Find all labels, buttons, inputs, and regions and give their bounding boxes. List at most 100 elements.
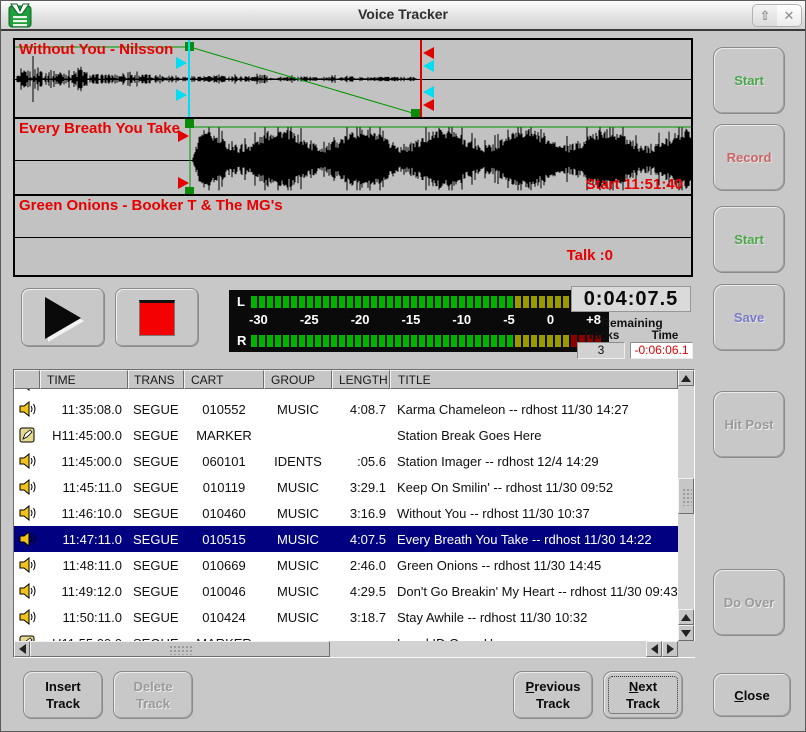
stop-icon	[139, 300, 175, 336]
vertical-scroll-thumb[interactable]	[678, 478, 694, 514]
close-button[interactable]: Close	[713, 673, 791, 717]
button-label: Delete	[133, 678, 172, 695]
close-icon[interactable]: ✕	[777, 5, 801, 26]
marker-icon	[14, 427, 40, 443]
speaker-icon	[14, 479, 40, 495]
scroll-up-button[interactable]	[678, 609, 694, 625]
scale-tick: -15	[402, 312, 421, 329]
grip-icon	[169, 645, 193, 655]
scroll-down-button[interactable]	[678, 625, 694, 641]
playlist-row[interactable]: 11:50:11.0 SEGUE 010424 MUSIC 3:18.7 Sta…	[14, 604, 678, 630]
playlist-row[interactable]: 11:45:11.0 SEGUE 010119 MUSIC 3:29.1 Kee…	[14, 474, 678, 500]
scale-tick: -25	[300, 312, 319, 329]
scroll-right-button[interactable]	[662, 641, 678, 657]
playlist-header: TIME TRANS CART GROUP LENGTH TITLE	[14, 370, 678, 389]
button-label: Track	[626, 695, 660, 712]
speaker-icon	[14, 557, 40, 573]
wave-panel-2[interactable]: Every Breath You Take Start 11:51:40	[15, 117, 691, 194]
horizontal-scrollbar[interactable]	[14, 641, 696, 657]
button-label: Record	[727, 149, 772, 166]
header-group[interactable]: GROUP	[264, 370, 332, 389]
speaker-icon	[14, 401, 40, 417]
stop-button[interactable]	[115, 288, 199, 347]
talk-end-handle[interactable]	[423, 60, 434, 72]
button-label: Start	[734, 72, 764, 89]
talk-start-handle[interactable]	[176, 57, 187, 69]
delete-track-button[interactable]: Delete Track	[113, 671, 193, 719]
playlist-row[interactable]: 11:45:00.0 SEGUE 060101 IDENTS :05.6 Sta…	[14, 448, 678, 474]
header-icon[interactable]	[14, 370, 40, 389]
down-arrow-icon	[681, 630, 691, 637]
left-arrow-icon	[19, 644, 26, 654]
record-button[interactable]: Record	[713, 124, 785, 191]
save-button[interactable]: Save	[713, 284, 785, 351]
horizontal-scroll-thumb[interactable]	[30, 641, 330, 657]
wave-panel-3[interactable]: Green Onions - Booker T & The MG's Talk …	[15, 194, 691, 271]
talk-counter-label: Talk :0	[567, 247, 613, 264]
scroll-left-button[interactable]	[14, 641, 30, 657]
button-label: Track	[46, 695, 80, 712]
scale-tick: -20	[351, 312, 370, 329]
end-marker-line[interactable]	[420, 40, 422, 117]
playlist-row[interactable]: 11:47:11.0 SEGUE 010515 MUSIC 4:07.5 Eve…	[14, 526, 678, 552]
start-track1-button[interactable]: Start	[713, 47, 785, 114]
button-label: Do Over	[724, 594, 775, 611]
end-handle[interactable]	[423, 99, 434, 111]
playlist-row[interactable]	[14, 389, 678, 396]
do-over-button[interactable]: Do Over	[713, 569, 785, 636]
meter-right-bar	[251, 335, 603, 347]
speaker-icon	[14, 583, 40, 599]
talk-marker-line[interactable]	[188, 40, 190, 117]
maximize-icon[interactable]: ⇧	[753, 5, 777, 26]
header-cart[interactable]: CART	[184, 370, 264, 389]
button-label: Insert	[45, 678, 80, 695]
speaker-icon	[14, 505, 40, 521]
start-handle[interactable]	[178, 130, 189, 142]
playlist-row[interactable]: 11:35:08.0 SEGUE 010552 MUSIC 4:08.7 Kar…	[14, 396, 678, 422]
button-label: Start	[734, 231, 764, 248]
talk-end-handle[interactable]	[423, 86, 434, 98]
button-label: Track	[536, 695, 570, 712]
start-time-label: Start 11:51:40	[585, 176, 683, 193]
voice-tracker-window: Voice Tracker ⇧ ✕ Without You - Nilsson	[0, 0, 806, 732]
scale-tick: -10	[452, 312, 471, 329]
previous-track-button[interactable]: Previous Track	[513, 671, 593, 719]
talk-start-handle[interactable]	[176, 89, 187, 101]
header-time[interactable]: TIME	[40, 370, 128, 389]
elapsed-time-display: 0:04:07.5	[571, 286, 691, 312]
tracks-remaining-value: 3	[577, 342, 625, 359]
play-button[interactable]	[21, 288, 105, 347]
wave-panel-1[interactable]: Without You - Nilsson	[15, 40, 691, 117]
end-handle[interactable]	[423, 47, 434, 59]
meter-right-label: R	[237, 333, 251, 348]
playlist-row[interactable]: H11:45:00.0 SEGUE MARKER Station Break G…	[14, 422, 678, 448]
start-handle[interactable]	[178, 177, 189, 189]
scrollbar-corner	[678, 641, 696, 657]
hit-post-button[interactable]: Hit Post	[713, 391, 785, 458]
button-label: Track	[136, 695, 170, 712]
scroll-up-button[interactable]	[678, 370, 694, 386]
start-track2-button[interactable]: Start	[713, 206, 785, 273]
playlist-row[interactable]: 11:46:10.0 SEGUE 010460 MUSIC 3:16.9 Wit…	[14, 500, 678, 526]
up-arrow-icon	[681, 375, 691, 382]
vertical-scrollbar[interactable]	[678, 370, 694, 641]
play-icon	[45, 297, 81, 339]
insert-track-button[interactable]: Insert Track	[23, 671, 103, 719]
speaker-icon	[14, 531, 40, 547]
grip-icon	[682, 488, 692, 506]
scale-tick: 0	[547, 312, 554, 329]
tracks-label: Tracks	[573, 330, 629, 342]
playlist-row[interactable]: 11:48:11.0 SEGUE 010669 MUSIC 2:46.0 Gre…	[14, 552, 678, 578]
meter-left-label: L	[237, 294, 251, 309]
button-label: Next	[629, 678, 657, 695]
button-label: Save	[734, 309, 764, 326]
horizontal-scroll-track[interactable]	[30, 641, 646, 657]
header-title[interactable]: TITLE	[390, 370, 678, 389]
playlist-row[interactable]: 11:49:12.0 SEGUE 010046 MUSIC 4:29.5 Don…	[14, 578, 678, 604]
track3-title: Green Onions - Booker T & The MG's	[19, 197, 283, 214]
header-trans[interactable]: TRANS	[128, 370, 184, 389]
header-length[interactable]: LENGTH	[332, 370, 390, 389]
next-track-button[interactable]: Next Track	[603, 671, 683, 719]
scroll-left-button[interactable]	[646, 641, 662, 657]
vertical-scroll-track[interactable]	[678, 386, 694, 609]
